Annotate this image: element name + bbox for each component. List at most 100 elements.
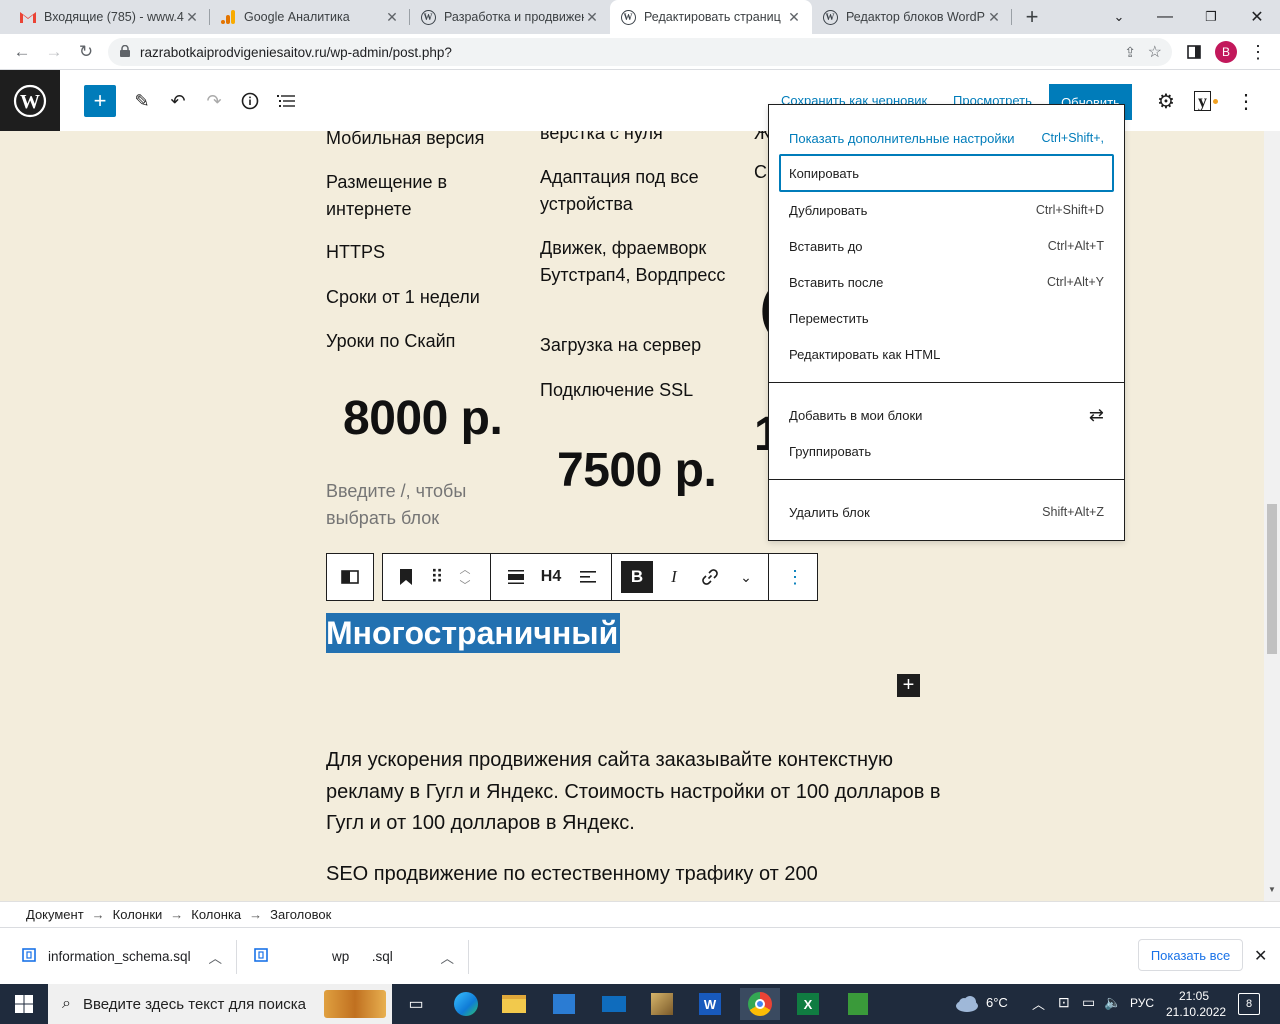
- share-icon[interactable]: ⇪: [1124, 44, 1136, 61]
- col1-price[interactable]: 8000 р.: [343, 391, 503, 446]
- breadcrumb-item[interactable]: Колонка: [191, 907, 241, 922]
- minimize-button[interactable]: —: [1142, 0, 1188, 34]
- col1-item[interactable]: Уроки по Скайп: [326, 328, 516, 355]
- text-align-icon[interactable]: [573, 554, 603, 600]
- breadcrumb-item[interactable]: Документ: [26, 907, 84, 922]
- file-explorer-icon[interactable]: [494, 988, 534, 1020]
- battery-icon[interactable]: ▭: [1082, 994, 1095, 1011]
- close-icon[interactable]: ✕: [184, 9, 200, 26]
- edge-icon[interactable]: [446, 988, 486, 1020]
- menu-item-edit-html[interactable]: Редактировать как HTML: [779, 336, 1114, 372]
- col2-price[interactable]: 7500 р.: [557, 443, 717, 498]
- col3-item[interactable]: С: [754, 159, 767, 186]
- yoast-seo-icon[interactable]: y: [1190, 85, 1222, 117]
- italic-button[interactable]: I: [659, 554, 689, 600]
- paragraph[interactable]: SEO продвижение по естественному трафику…: [326, 859, 946, 891]
- wordpress-logo[interactable]: W: [0, 70, 60, 132]
- heading-level-button[interactable]: H4: [533, 554, 569, 600]
- move-up-down-icon[interactable]: ︿ ﹀: [451, 554, 479, 600]
- chevron-up-icon[interactable]: ︿: [441, 947, 455, 967]
- info-icon[interactable]: [234, 85, 266, 117]
- download-item[interactable]: wp .sql ︿: [246, 928, 468, 985]
- word-icon[interactable]: W: [690, 988, 730, 1020]
- undo-icon[interactable]: ↶: [162, 85, 194, 117]
- excel-icon[interactable]: X: [788, 988, 828, 1020]
- tray-chevron-icon[interactable]: ︿: [1032, 994, 1045, 1013]
- menu-item-duplicate[interactable]: Дублировать Ctrl+Shift+D: [779, 192, 1114, 228]
- profile-avatar[interactable]: B: [1212, 38, 1240, 66]
- block-options-icon[interactable]: ⋮: [775, 554, 815, 600]
- taskbar-search[interactable]: ⌕ Введите здесь текст для поиска: [48, 984, 392, 1024]
- tab-search-button[interactable]: ⌄: [1096, 0, 1142, 34]
- reload-button[interactable]: ↻: [72, 38, 100, 66]
- menu-item-insert-before[interactable]: Вставить до Ctrl+Alt+T: [779, 228, 1114, 264]
- volume-icon[interactable]: 🔈: [1104, 994, 1121, 1011]
- address-bar[interactable]: razrabotkaiprodvigeniesaitov.ru/wp-admin…: [108, 38, 1172, 66]
- redo-icon[interactable]: ↷: [198, 85, 230, 117]
- list-view-icon[interactable]: [270, 85, 302, 117]
- drag-handle-icon[interactable]: ⠿: [423, 554, 451, 600]
- store-icon[interactable]: [544, 988, 584, 1020]
- options-menu-icon[interactable]: ⋮: [1230, 85, 1262, 117]
- align-block-icon[interactable]: [501, 554, 531, 600]
- bold-button[interactable]: B: [621, 561, 653, 593]
- col1-item[interactable]: Мобильная версия: [326, 131, 516, 152]
- close-icon[interactable]: ✕: [584, 9, 600, 26]
- scroll-down-arrow[interactable]: ▼: [1268, 885, 1276, 894]
- settings-gear-icon[interactable]: ⚙: [1150, 85, 1182, 117]
- clock[interactable]: 21:05 21.10.2022: [1166, 988, 1226, 1020]
- menu-item-show-more-settings[interactable]: Показать дополнительные настройки Ctrl+S…: [779, 120, 1114, 156]
- side-panel-icon[interactable]: [1180, 38, 1208, 66]
- windows-start-icon[interactable]: [4, 988, 44, 1020]
- col2-item[interactable]: Подключение SSL: [540, 377, 730, 404]
- col2-item[interactable]: Движек, фраемворк Бутстрап4, Вордпресс: [540, 235, 730, 289]
- close-icon[interactable]: ✕: [384, 9, 400, 26]
- language-indicator[interactable]: РУС: [1130, 996, 1154, 1010]
- mail-icon[interactable]: [594, 988, 634, 1020]
- breadcrumb-item[interactable]: Заголовок: [270, 907, 331, 922]
- restore-button[interactable]: ❐: [1188, 0, 1234, 34]
- col1-item[interactable]: Размещение в интернете: [326, 169, 516, 223]
- selected-heading[interactable]: Многостраничный: [326, 613, 621, 653]
- close-downloads-icon[interactable]: ✕: [1254, 946, 1267, 966]
- tab-wordpress-site[interactable]: W Разработка и продвижен ✕: [410, 0, 610, 34]
- new-tab-button[interactable]: +: [1018, 3, 1046, 31]
- inline-add-block-button[interactable]: +: [897, 674, 920, 697]
- col1-item[interactable]: HTTPS: [326, 239, 516, 266]
- browser-menu-icon[interactable]: ⋮: [1244, 38, 1272, 66]
- block-placeholder[interactable]: Введите /, чтобы выбрать блок: [326, 478, 486, 532]
- menu-item-remove-block[interactable]: Удалить блок Shift+Alt+Z: [779, 494, 1114, 530]
- menu-item-copy[interactable]: Копировать: [779, 154, 1114, 192]
- chrome-icon[interactable]: [740, 988, 780, 1020]
- editor-scrollbar[interactable]: ▼: [1264, 131, 1280, 901]
- temperature[interactable]: 6°C: [986, 995, 1008, 1010]
- close-icon[interactable]: ✕: [986, 9, 1002, 26]
- back-button[interactable]: ←: [8, 38, 36, 66]
- link-icon[interactable]: [695, 554, 725, 600]
- paragraph[interactable]: Для ускорения продвижения сайта заказыва…: [326, 745, 946, 840]
- col1-item[interactable]: Сроки от 1 недели: [326, 284, 516, 311]
- chart-app-icon[interactable]: [838, 988, 878, 1020]
- forward-button[interactable]: →: [40, 38, 68, 66]
- bookmark-star-icon[interactable]: ☆: [1148, 42, 1162, 62]
- more-rich-text-chevron-icon[interactable]: ⌄: [731, 554, 761, 600]
- breadcrumb-item[interactable]: Колонки: [113, 907, 163, 922]
- col2-item[interactable]: Загрузка на сервер: [540, 332, 730, 359]
- menu-item-insert-after[interactable]: Вставить после Ctrl+Alt+Y: [779, 264, 1114, 300]
- columns-block-icon[interactable]: [327, 554, 373, 600]
- menu-item-add-reusable[interactable]: Добавить в мои блоки ⇄: [779, 397, 1114, 433]
- col2-item[interactable]: верстка с нуля: [540, 131, 730, 147]
- tab-block-editor[interactable]: W Редактор блоков WordP ✕: [812, 0, 1012, 34]
- menu-item-move[interactable]: Переместить: [779, 300, 1114, 336]
- close-icon[interactable]: ✕: [786, 9, 802, 26]
- add-block-button[interactable]: +: [84, 85, 116, 117]
- tab-edit-page[interactable]: W Редактировать страниц ✕: [610, 0, 812, 34]
- task-view-icon[interactable]: ▭: [396, 988, 436, 1020]
- tab-analytics[interactable]: Google Аналитика ✕: [210, 0, 410, 34]
- window-close-button[interactable]: ✕: [1234, 0, 1280, 34]
- chevron-up-icon[interactable]: ︿: [209, 947, 223, 967]
- scrollbar-thumb[interactable]: [1267, 504, 1277, 654]
- app-icon[interactable]: [642, 988, 682, 1020]
- col2-item[interactable]: Адаптация под все устройства: [540, 164, 730, 218]
- show-all-downloads-button[interactable]: Показать все: [1138, 939, 1243, 971]
